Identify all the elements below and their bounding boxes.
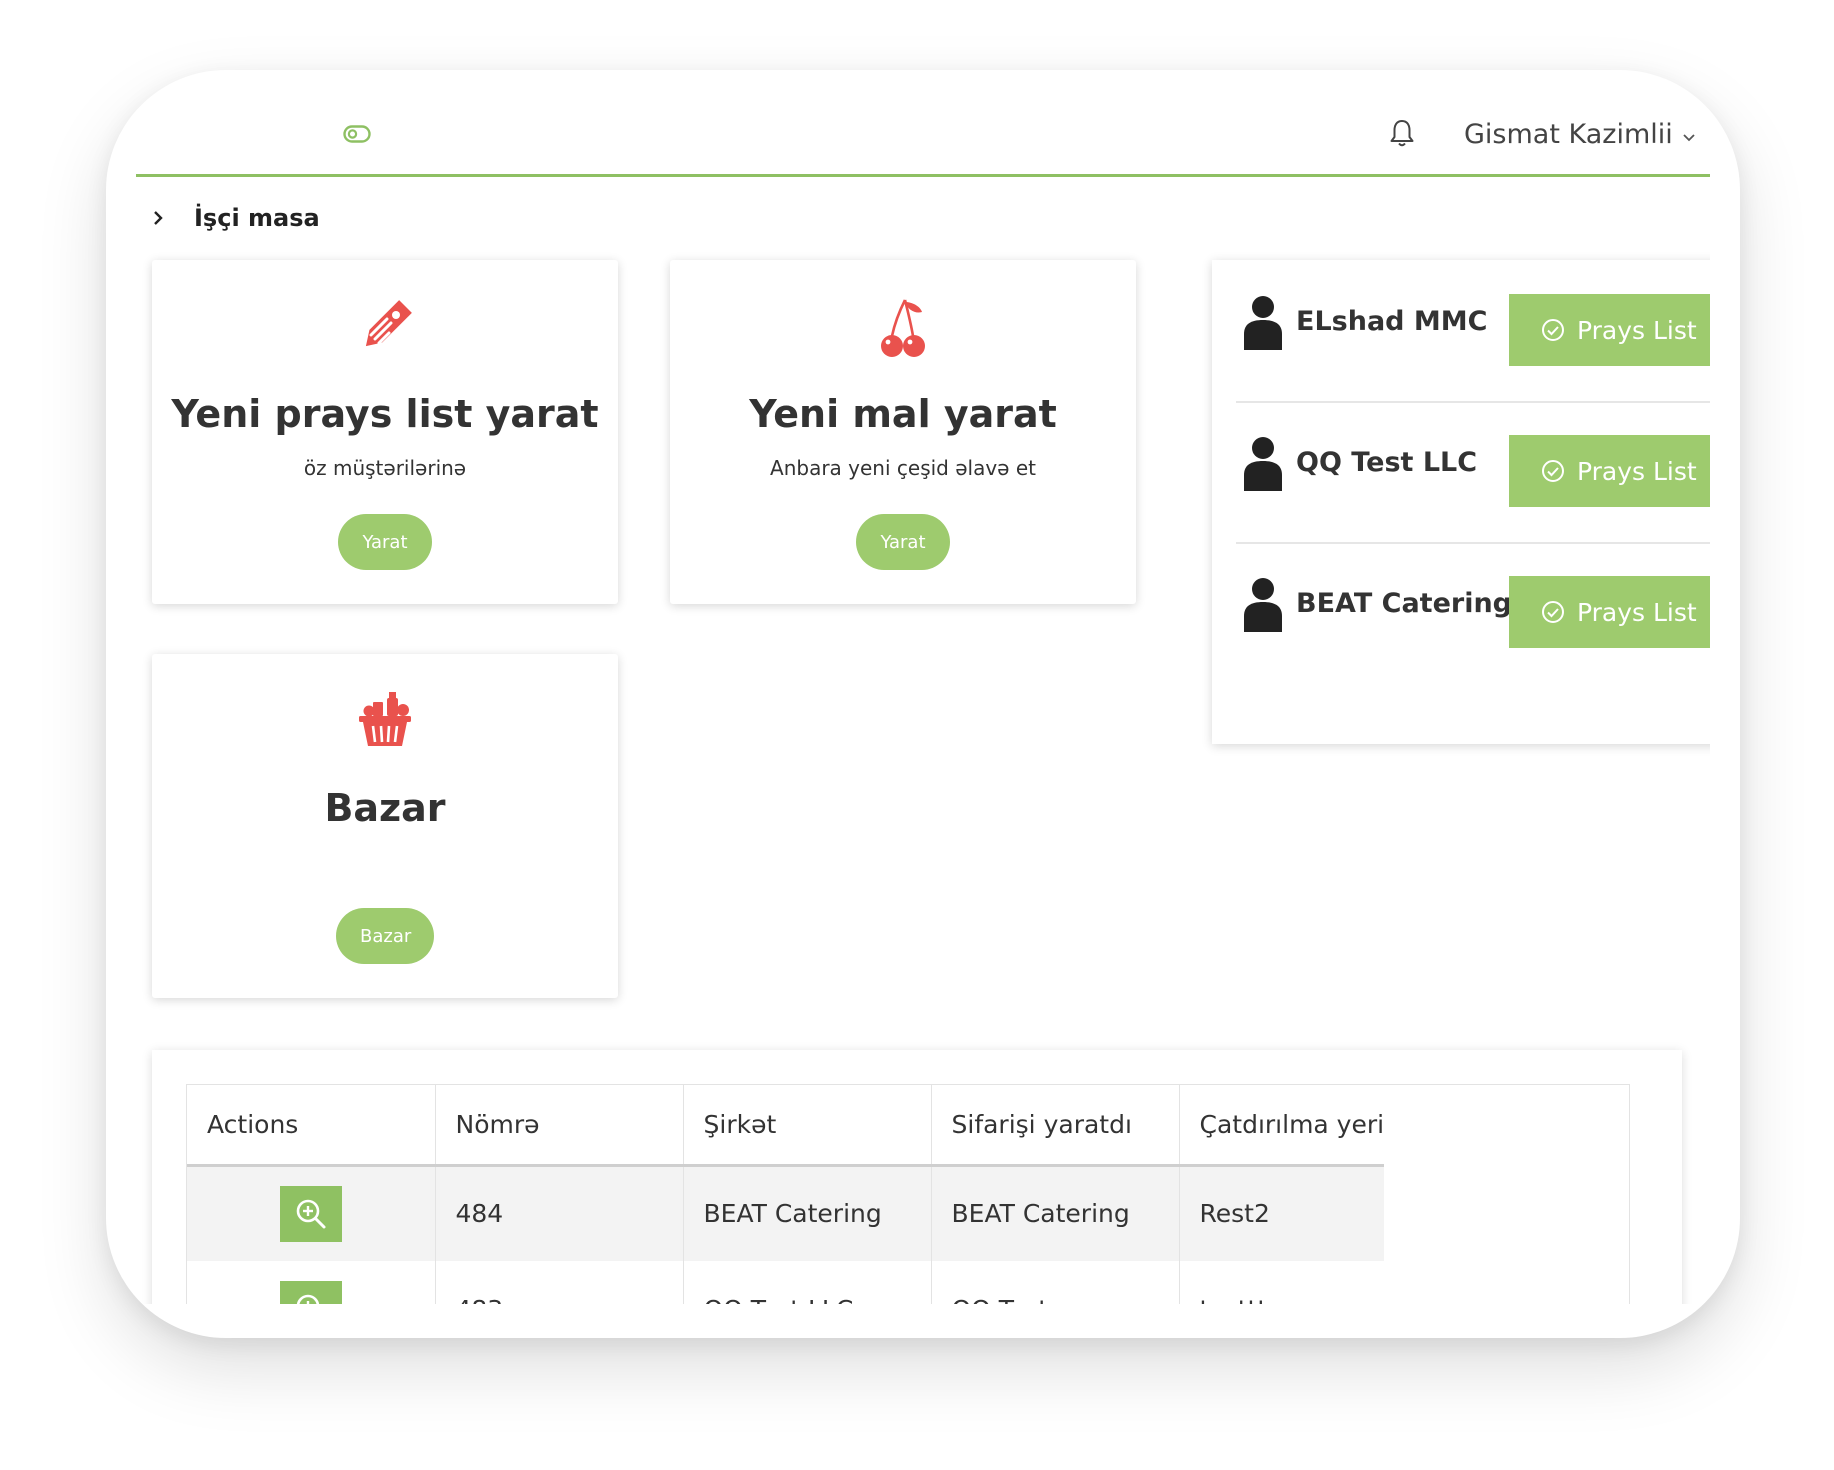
- table-header-row: Actions Nömrə Şirkət Sifarişi yaratdı Ça…: [187, 1085, 1385, 1167]
- user-menu-name[interactable]: Gismat Kazimlii: [1464, 119, 1673, 150]
- cell-company: QQ Test LLC: [683, 1261, 932, 1304]
- person-icon: [1244, 437, 1282, 491]
- check-circle-icon: [1542, 319, 1564, 341]
- chevron-right-icon: [154, 211, 163, 225]
- card-title: Yeni mal yarat: [749, 392, 1057, 436]
- person-icon: [1244, 578, 1282, 632]
- view-order-button[interactable]: [279, 1281, 342, 1304]
- person-icon: [1244, 296, 1282, 350]
- card-new-product: Yeni mal yarat Anbara yeni çeşid əlavə e…: [670, 260, 1136, 604]
- card-bazaar: Bazar Bazar: [152, 654, 618, 998]
- prays-list-button[interactable]: Prays List: [1509, 435, 1710, 507]
- top-bar: Gismat Kazimlii: [136, 70, 1710, 177]
- zoom-in-icon: [296, 1199, 326, 1229]
- chevron-down-icon[interactable]: [1682, 132, 1696, 142]
- orders-table: Actions Nömrə Şirkət Sifarişi yaratdı Ça…: [187, 1085, 1385, 1304]
- basket-icon: [359, 692, 411, 746]
- cell-number: 484: [435, 1165, 684, 1261]
- breadcrumb-label[interactable]: İşçi masa: [194, 204, 320, 232]
- app-screen: Gismat Kazimlii İşçi masa Yeni prays lis…: [136, 70, 1710, 1304]
- clients-panel: ELshad MMC Prays List QQ Test LLC Prays …: [1212, 260, 1710, 744]
- check-circle-icon: [1542, 601, 1564, 623]
- card-subtitle: öz müştərilərinə: [303, 456, 467, 480]
- cell-actions: [187, 1261, 436, 1304]
- cell-number: 483: [435, 1261, 684, 1304]
- check-circle-icon: [1542, 460, 1564, 482]
- prays-list-label: Prays List: [1577, 597, 1697, 627]
- bazaar-button[interactable]: Bazar: [336, 908, 434, 964]
- view-order-button[interactable]: [279, 1185, 342, 1242]
- client-name: ELshad MMC: [1296, 306, 1488, 337]
- notification-bell-icon[interactable]: [1388, 118, 1416, 148]
- table-row: 484 BEAT Catering BEAT Catering Rest2: [187, 1165, 1385, 1261]
- client-name: BEAT Catering: [1296, 588, 1513, 619]
- column-header-created-by: Sifarişi yaratdı: [931, 1085, 1180, 1167]
- sidebar-toggle-icon[interactable]: [343, 125, 371, 143]
- client-name: QQ Test LLC: [1296, 447, 1478, 478]
- prays-list-label: Prays List: [1577, 456, 1697, 486]
- cell-delivery: Rest2: [1179, 1165, 1385, 1261]
- cell-delivery: testtt: [1179, 1261, 1384, 1305]
- cell-created-by: QQ Test: [931, 1261, 1180, 1304]
- client-row: QQ Test LLC Prays List: [1236, 401, 1710, 544]
- create-product-button[interactable]: Yarat: [856, 514, 950, 570]
- column-header-number: Nömrə: [435, 1085, 684, 1167]
- price-tag-icon: [365, 300, 412, 347]
- column-header-actions: Actions: [187, 1085, 436, 1167]
- zoom-in-icon: [296, 1294, 319, 1304]
- cherry-icon: [881, 299, 925, 357]
- card-subtitle: Anbara yeni çeşid əlavə et: [770, 456, 1036, 480]
- column-header-company: Şirkət: [683, 1085, 932, 1167]
- cell-actions: [187, 1165, 436, 1261]
- prays-list-button[interactable]: Prays List: [1509, 576, 1710, 648]
- prays-list-label: Prays List: [1577, 315, 1697, 345]
- orders-table-frame: Actions Nömrə Şirkət Sifarişi yaratdı Ça…: [186, 1084, 1630, 1304]
- prays-list-button[interactable]: Prays List: [1509, 294, 1710, 366]
- client-row: BEAT Catering Prays List: [1236, 542, 1710, 683]
- card-title: Yeni prays list yarat: [171, 392, 599, 436]
- cell-created-by: BEAT Catering: [931, 1165, 1180, 1261]
- cell-company: BEAT Catering: [683, 1165, 932, 1261]
- create-price-list-button[interactable]: Yarat: [338, 514, 432, 570]
- card-new-price-list: Yeni prays list yarat öz müştərilərinə Y…: [152, 260, 618, 604]
- column-header-delivery: Çatdırılma yeri: [1179, 1085, 1385, 1167]
- orders-panel: Actions Nömrə Şirkət Sifarişi yaratdı Ça…: [152, 1050, 1682, 1304]
- card-title: Bazar: [324, 786, 446, 830]
- table-row: 483 QQ Test LLC QQ Test testtt: [187, 1261, 1384, 1304]
- device-frame: Gismat Kazimlii İşçi masa Yeni prays lis…: [106, 70, 1740, 1338]
- client-row: ELshad MMC Prays List: [1236, 260, 1710, 403]
